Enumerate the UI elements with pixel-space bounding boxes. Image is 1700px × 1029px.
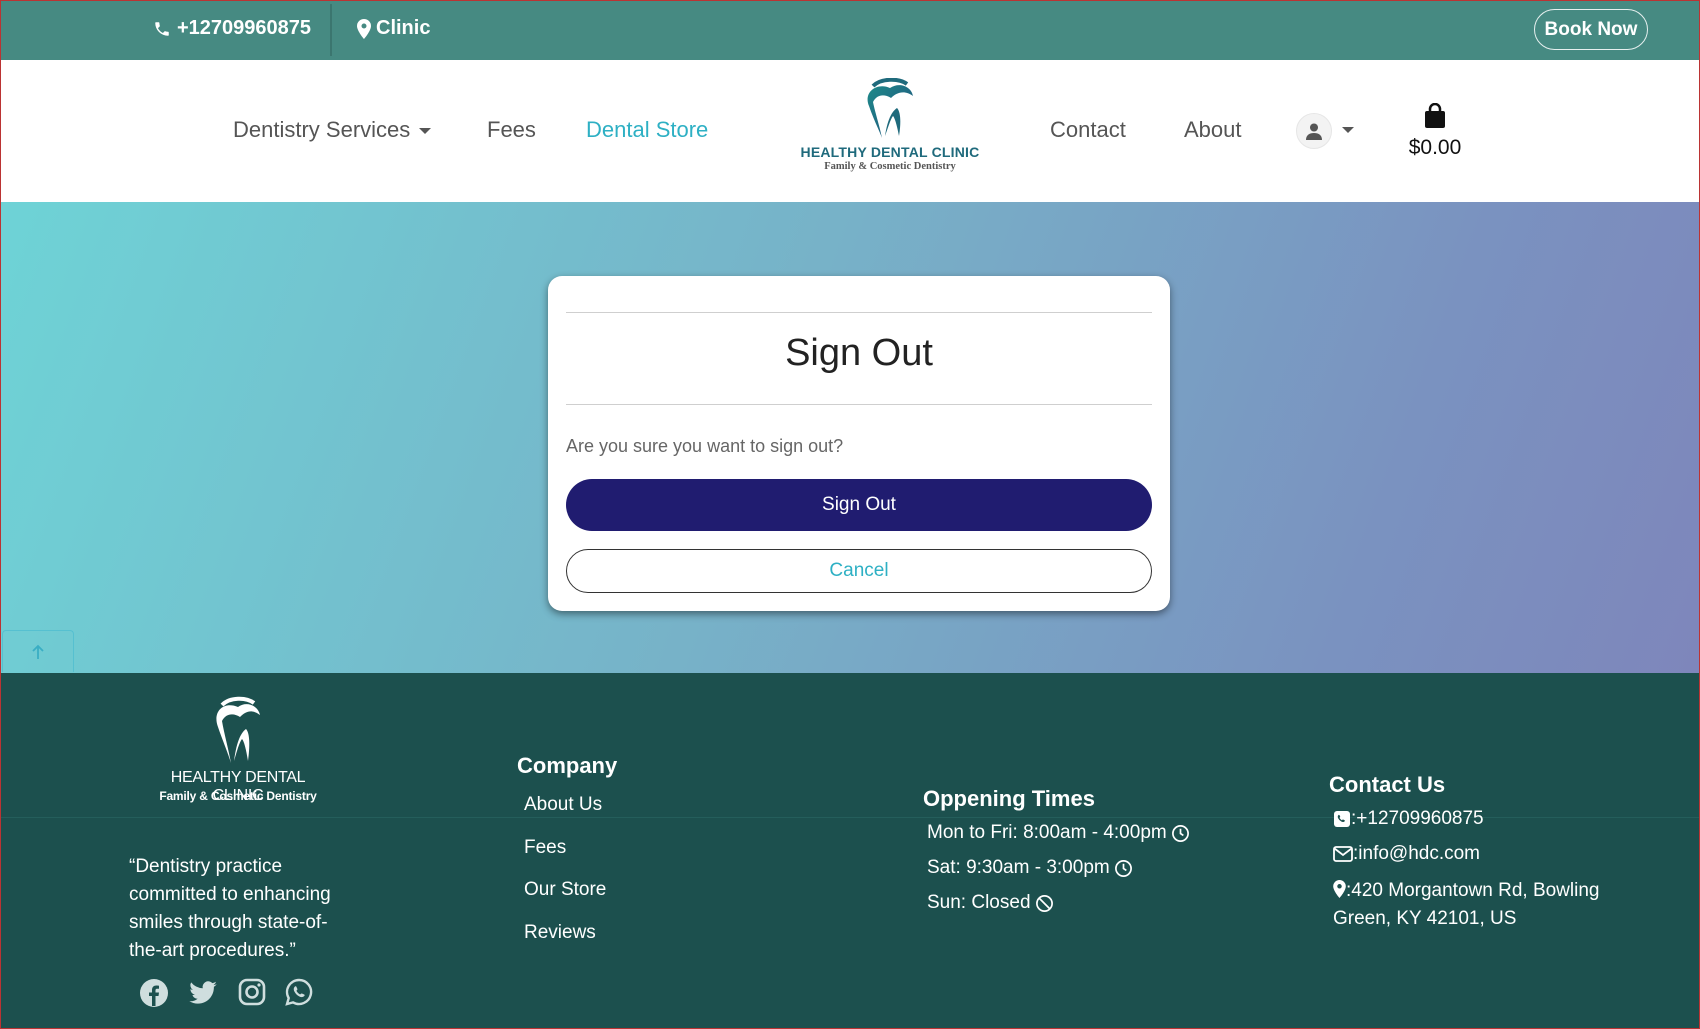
- facebook-link[interactable]: [139, 978, 169, 1013]
- user-menu-button[interactable]: [1296, 113, 1332, 149]
- sign-out-dialog: Sign Out Are you sure you want to sign o…: [548, 276, 1170, 611]
- instagram-icon: [238, 978, 266, 1006]
- logo-name: HEALTHY DENTAL CLINIC: [800, 144, 980, 160]
- hours-sunday-text: Sun: Closed: [927, 892, 1031, 913]
- dialog-divider-top: [566, 312, 1152, 313]
- instagram-link[interactable]: [238, 978, 266, 1011]
- topbar-phone-text: +12709960875: [177, 17, 312, 39]
- hours-saturday-text: Sat: 9:30am - 3:00pm: [927, 857, 1110, 878]
- whatsapp-link[interactable]: [285, 978, 313, 1011]
- dialog-question: Are you sure you want to sign out?: [566, 436, 844, 456]
- user-menu-chevron-icon[interactable]: [1342, 127, 1354, 133]
- top-bar: +12709960875 Clinic Book Now: [0, 0, 1700, 60]
- twitter-link[interactable]: [188, 978, 218, 1013]
- facebook-icon: [140, 979, 168, 1007]
- footer-logo-tagline: Family & Cosmetic Dentistry: [159, 789, 317, 803]
- footer-link-our-store[interactable]: Our Store: [524, 879, 606, 901]
- main-nav: Dentistry Services Fees Dental Store HEA…: [0, 60, 1700, 202]
- topbar-location-link[interactable]: Clinic: [357, 17, 430, 40]
- scroll-to-top-button[interactable]: [2, 630, 74, 672]
- arrow-up-icon: [32, 644, 44, 659]
- book-now-button[interactable]: Book Now: [1534, 9, 1648, 50]
- phone-square-icon: [1334, 811, 1350, 827]
- topbar-phone-link[interactable]: +12709960875: [153, 17, 311, 40]
- contact-phone-text: :+12709960875: [1351, 808, 1484, 829]
- hours-heading: Oppening Times: [923, 786, 1095, 811]
- site-footer: HEALTHY DENTAL CLINIC Family & Cosmetic …: [0, 673, 1700, 1029]
- footer-link-reviews[interactable]: Reviews: [524, 922, 596, 944]
- user-icon: [1306, 123, 1322, 140]
- contact-address-text: :420 Morgantown Rd, Bowling Green, KY 42…: [1333, 877, 1623, 933]
- company-heading: Company: [517, 753, 618, 778]
- contact-address-value: :420 Morgantown Rd, Bowling Green, KY 42…: [1333, 880, 1600, 929]
- cancel-button[interactable]: Cancel: [566, 549, 1152, 593]
- dialog-divider-bottom: [566, 404, 1152, 405]
- tooth-logo-icon: [216, 696, 260, 763]
- nav-about[interactable]: About: [1184, 117, 1242, 143]
- clock-icon: [1171, 824, 1189, 842]
- footer-link-about-us[interactable]: About Us: [524, 794, 602, 816]
- envelope-icon: [1333, 846, 1353, 862]
- hours-weekday: Mon to Fri: 8:00am - 4:00pm: [927, 822, 1190, 844]
- hours-saturday: Sat: 9:30am - 3:00pm: [927, 857, 1133, 879]
- nav-contact[interactable]: Contact: [1050, 117, 1126, 143]
- nav-services-label: Dentistry Services: [233, 117, 411, 142]
- shopping-bag-icon: [1425, 102, 1445, 128]
- nav-dental-store[interactable]: Dental Store: [586, 117, 708, 143]
- cart-total: $0.00: [1408, 136, 1462, 159]
- whatsapp-icon: [285, 978, 313, 1006]
- chevron-down-icon: [419, 128, 432, 135]
- hours-sunday: Sun: Closed: [927, 892, 1054, 914]
- site-logo[interactable]: HEALTHY DENTAL CLINIC Family & Cosmetic …: [800, 78, 980, 178]
- footer-link-fees[interactable]: Fees: [524, 837, 566, 859]
- tooth-logo-icon: [867, 78, 913, 138]
- contact-address[interactable]: :420 Morgantown Rd, Bowling Green, KY 42…: [1333, 877, 1623, 933]
- ban-icon: [1035, 894, 1053, 912]
- hours-weekday-text: Mon to Fri: 8:00am - 4:00pm: [927, 822, 1167, 843]
- logo-tagline: Family & Cosmetic Dentistry: [824, 161, 956, 172]
- footer-logo[interactable]: HEALTHY DENTAL CLINIC Family & Cosmetic …: [148, 696, 328, 823]
- contact-heading: Contact Us: [1329, 772, 1446, 797]
- twitter-icon: [189, 981, 217, 1004]
- map-pin-icon: [1333, 880, 1346, 898]
- confirm-sign-out-button[interactable]: Sign Out: [566, 479, 1152, 531]
- contact-phone[interactable]: :+12709960875: [1333, 808, 1484, 830]
- phone-icon: [155, 21, 169, 36]
- nav-fees[interactable]: Fees: [487, 117, 536, 143]
- cart-button[interactable]: $0.00: [1400, 102, 1470, 160]
- contact-email-text: :info@hdc.com: [1353, 843, 1481, 864]
- topbar-divider: [330, 4, 332, 56]
- footer-quote: “Dentistry practice committed to enhanci…: [129, 856, 331, 961]
- contact-email[interactable]: :info@hdc.com: [1333, 843, 1480, 865]
- dialog-title: Sign Out: [785, 332, 933, 374]
- clock-icon: [1114, 859, 1132, 877]
- map-pin-icon: [357, 18, 371, 39]
- nav-dentistry-services[interactable]: Dentistry Services: [233, 117, 432, 143]
- topbar-location-text: Clinic: [376, 17, 431, 39]
